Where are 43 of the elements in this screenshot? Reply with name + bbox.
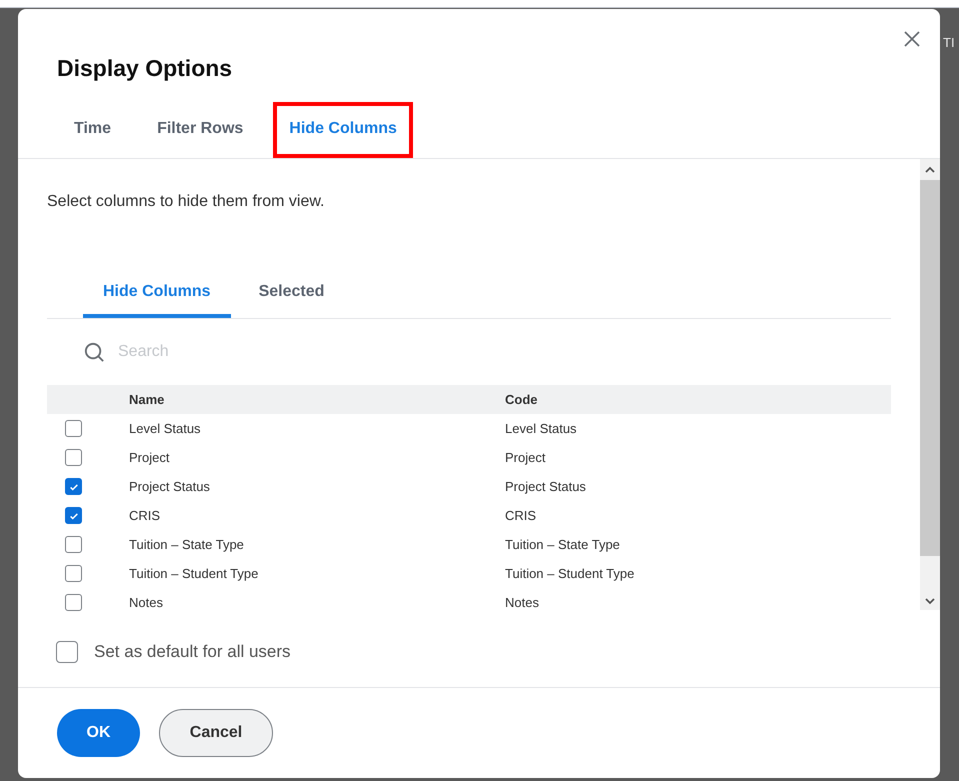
table-cell-text: CRIS (505, 506, 536, 525)
tab[interactable]: Time (58, 102, 128, 158)
search-field[interactable]: Search (118, 340, 418, 364)
ok-button[interactable]: OK (57, 709, 140, 757)
column-header: Code (505, 390, 538, 409)
background-text: TI (943, 34, 955, 52)
instructions-text: Select columns to hide them from view. (47, 192, 326, 212)
checkbox[interactable] (65, 594, 82, 611)
tab[interactable]: Hide Columns (273, 102, 413, 158)
table-cell-text: Tuition – State Type (505, 536, 620, 554)
table-cell-text: Tuition – Student Type (129, 564, 260, 583)
scroll-up-icon[interactable] (925, 165, 935, 175)
table-cell-text: Project (129, 448, 170, 467)
table-cell-text: Project Status (505, 478, 586, 496)
checkbox[interactable] (65, 449, 82, 466)
scroll-down-icon[interactable] (925, 596, 935, 606)
checkbox[interactable] (56, 640, 78, 663)
checkbox[interactable] (65, 478, 82, 495)
scrollbar[interactable] (920, 159, 940, 610)
table-cell-text: Tuition – Student Type (505, 564, 634, 583)
search-icon (83, 340, 106, 364)
dialog-title: Display Options (57, 54, 232, 83)
checkbox[interactable] (65, 565, 82, 582)
tab[interactable]: Selected (238, 270, 344, 318)
table-cell-text: Level Status (129, 420, 202, 438)
column-header: Name (129, 390, 166, 409)
checkbox[interactable] (65, 536, 82, 553)
tab[interactable]: Filter Rows (141, 102, 260, 158)
checkbox[interactable] (65, 420, 82, 437)
check-icon (68, 482, 78, 492)
cancel-button[interactable]: Cancel (159, 709, 273, 757)
tab[interactable]: Hide Columns (83, 270, 231, 318)
table-cell-text: Project (505, 448, 546, 467)
close-button[interactable] (902, 29, 922, 49)
table-cell-text: Project Status (129, 478, 211, 496)
check-icon (68, 510, 78, 520)
checkbox-label: Set as default for all users (94, 641, 291, 663)
checkbox[interactable] (65, 507, 82, 524)
table-cell-text: Tuition – State Type (129, 536, 245, 554)
table-cell-text: CRIS (129, 506, 162, 525)
table-cell-text: Level Status (505, 420, 577, 438)
table-cell-text: Notes (505, 594, 539, 612)
table-cell-text: Notes (129, 594, 164, 612)
